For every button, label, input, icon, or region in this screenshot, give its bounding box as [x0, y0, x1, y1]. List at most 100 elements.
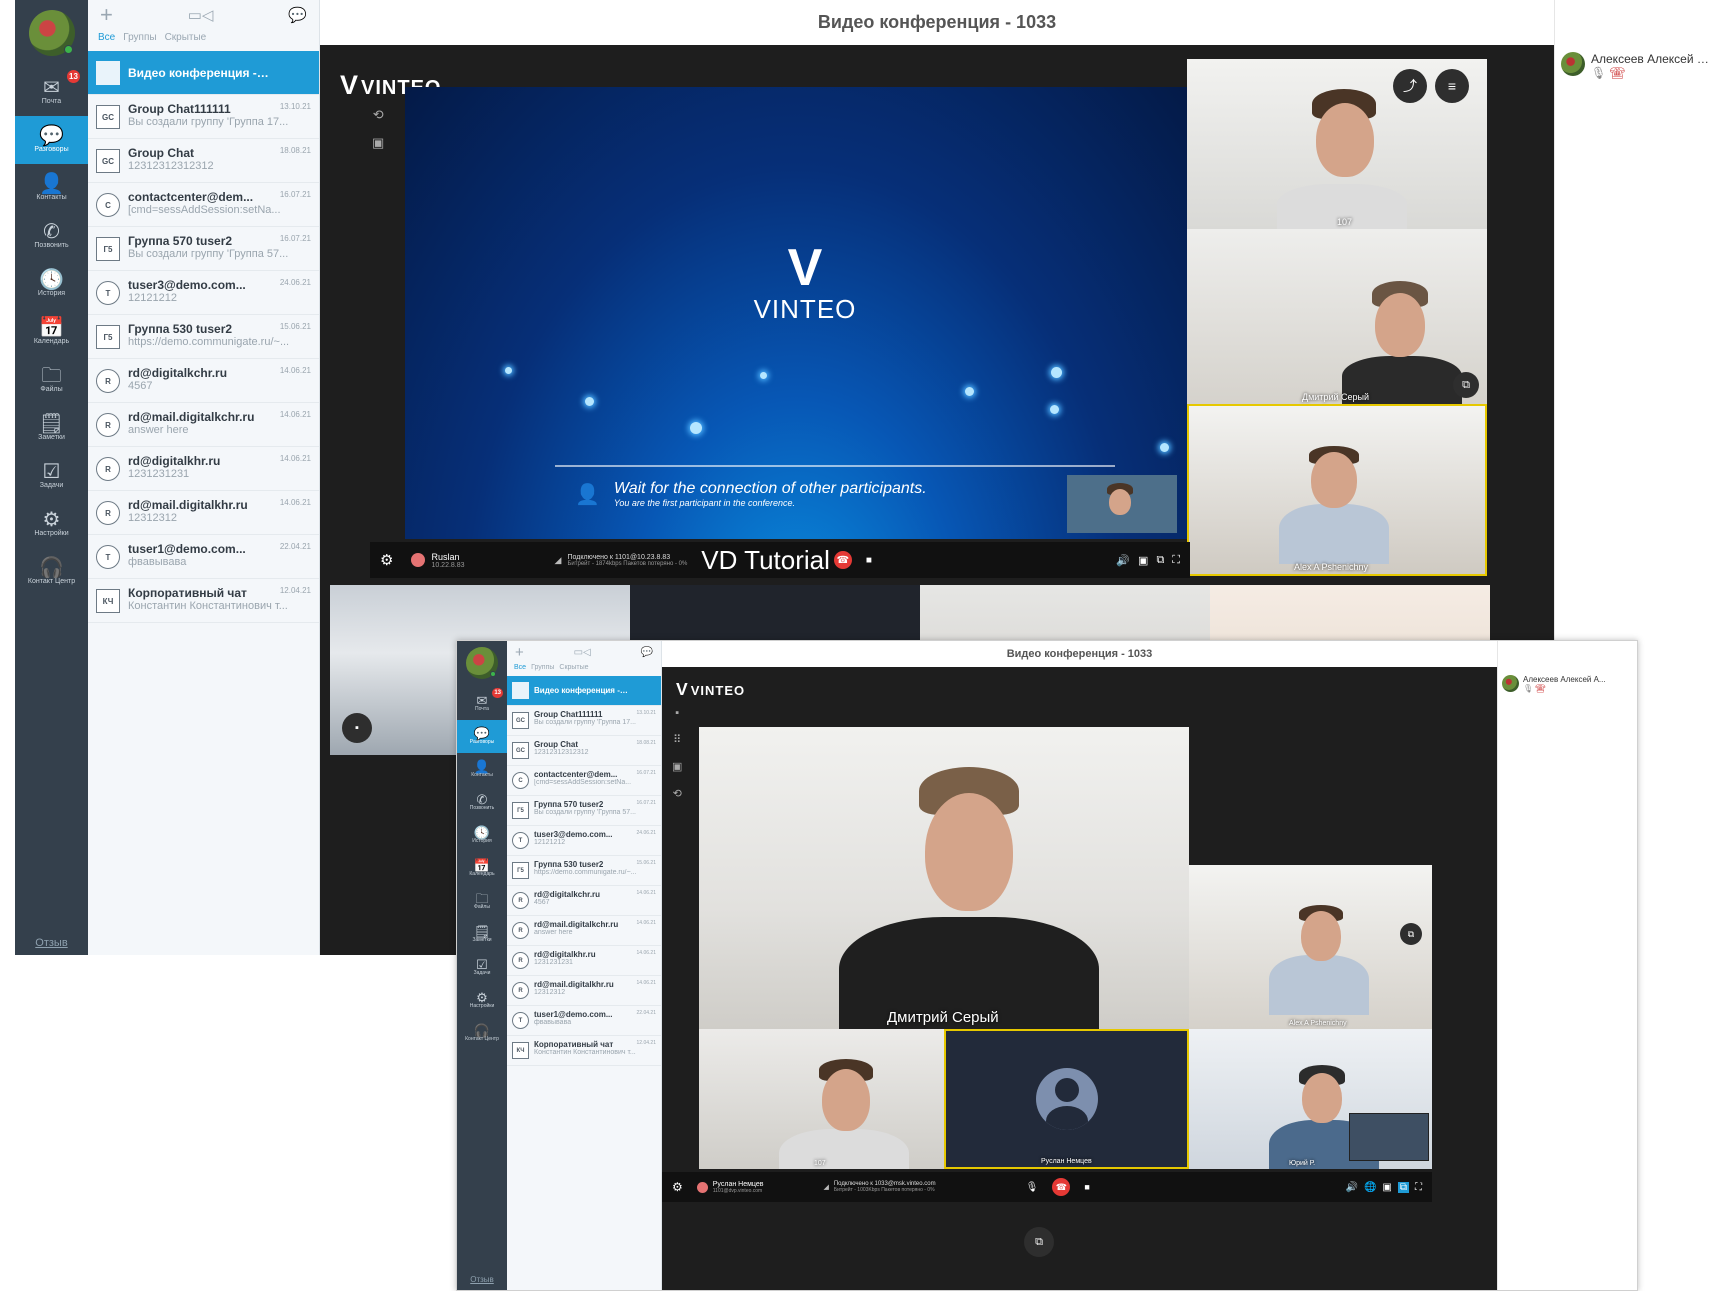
filter-groups[interactable]: Группы	[531, 664, 554, 671]
screen-share-view[interactable]: V VINTEO 👤 Wait for the connection of ot…	[405, 87, 1187, 539]
chat-item[interactable]: Ttuser3@demo.com... 12121212 24.06.21	[507, 826, 661, 856]
chat-item-active[interactable]: Видео конференция - 1033	[88, 51, 319, 95]
nav-item-phone[interactable]: ✆ Позвонить	[15, 212, 88, 260]
nav-item-phone[interactable]: ✆ Позвонить	[457, 786, 507, 819]
chat-item[interactable]: Г5 Группа 570 tuser2 Вы создали группу 'Гр…	[507, 796, 661, 826]
volume-icon[interactable]: 🔊	[1346, 1182, 1358, 1193]
hangup-button[interactable]: ☎	[833, 551, 852, 569]
nav-item-gear[interactable]: ⚙ Настройки	[15, 500, 88, 548]
contacts-tool-icon[interactable]: ▣	[672, 760, 682, 773]
globe-icon[interactable]: 🌐	[1364, 1182, 1376, 1193]
chat-item[interactable]: Rrd@mail.digitalkhr.ru 12312312 14.06.21	[507, 976, 661, 1006]
layout-icon[interactable]: ▣	[1138, 554, 1148, 567]
chat-item[interactable]: GC Group Chat111111 Вы создали группу 'Гру…	[507, 706, 661, 736]
history-tool-icon[interactable]: ⟲	[373, 107, 384, 123]
layout-icon[interactable]: ▣	[1382, 1182, 1391, 1193]
screen-share-button[interactable]: ⧉	[1024, 1227, 1054, 1257]
filter-hidden[interactable]: Скрытые	[559, 664, 588, 671]
nav-item-headset[interactable]: 🎧 Контакт Центр	[457, 1017, 507, 1050]
nav-item-history[interactable]: 🕓 История	[15, 260, 88, 308]
hangup-participant-icon[interactable]: ☎	[1610, 66, 1625, 80]
chat-item[interactable]: GC Group Chat111111 Вы создали группу 'Гру…	[88, 95, 319, 139]
video-tile[interactable]: 107	[699, 1029, 944, 1169]
filter-all[interactable]: Все	[514, 664, 526, 671]
settings-icon[interactable]: ⚙	[672, 1180, 683, 1194]
chat-item[interactable]: КЧ Корпоративный чат Константин Константин…	[507, 1036, 661, 1066]
share-icon[interactable]: ⤴	[1393, 69, 1427, 103]
video-call-icon[interactable]: ▭◁	[574, 647, 591, 658]
video-tile[interactable]: Дмитрий Серый ⧉	[1187, 229, 1487, 404]
chat-item[interactable]: Г5 Группа 530 tuser2 https://demo.communig…	[507, 856, 661, 886]
video-tile-active[interactable]: Alex A Pshenichny	[1187, 404, 1487, 576]
nav-item-notes[interactable]: 🗒 Заметки	[457, 918, 507, 951]
chat-item[interactable]: Rrd@mail.digitalkchr.ru answer here 14.06.…	[88, 403, 319, 447]
nav-item-chat-bubble[interactable]: 💬 Разговоры	[457, 720, 507, 753]
nav-item-contacts[interactable]: 👤 Контакты	[15, 164, 88, 212]
chat-tool-icon[interactable]: ▪	[675, 707, 679, 719]
dialpad-tool-icon[interactable]: ⠿	[673, 733, 681, 746]
nav-item-history[interactable]: 🕓 История	[457, 819, 507, 852]
fullscreen-icon[interactable]: ⛶	[1172, 554, 1180, 567]
chat-item[interactable]: Ccontactcenter@dem... [cmd=sessAddSession…	[88, 183, 319, 227]
self-preview[interactable]	[1349, 1113, 1429, 1161]
participant-row[interactable]: Алексеев Алексей А... 🎙 ☎	[1498, 641, 1637, 693]
chat-item[interactable]: Rrd@mail.digitalkhr.ru 12312312 14.06.21	[88, 491, 319, 535]
camera-toggle-icon[interactable]: ■	[1084, 1182, 1089, 1192]
search-chat-icon[interactable]: 💬	[641, 647, 653, 658]
video-tile-main[interactable]: Дмитрий Серый	[699, 727, 1189, 1029]
participant-row[interactable]: Алексеев Алексей А... 🎙 ☎	[1555, 0, 1719, 80]
chat-item[interactable]: Г5 Группа 530 tuser2 https://demo.communig…	[88, 315, 319, 359]
filter-all[interactable]: Все	[98, 32, 115, 43]
history-tool-icon[interactable]: ⟲	[673, 787, 682, 800]
chat-item[interactable]: Rrd@digitalkchr.ru 4567 14.06.21	[507, 886, 661, 916]
new-chat-plus-icon[interactable]: +	[515, 644, 524, 661]
volume-icon[interactable]: 🔊	[1116, 554, 1130, 567]
video-tile[interactable]: ⤴ ≡ 107	[1187, 59, 1487, 229]
user-avatar[interactable]	[28, 10, 75, 56]
camera-toggle-icon[interactable]: ■	[866, 555, 872, 566]
chat-item[interactable]: GC Group Chat 12312312312312 18.08.21	[88, 139, 319, 183]
hangup-button[interactable]: ☎	[1052, 1178, 1071, 1196]
nav-item-folder[interactable]: 🗀 Файлы	[457, 885, 507, 918]
chat-item[interactable]: Rrd@digitalkchr.ru 4567 14.06.21	[88, 359, 319, 403]
pip-toggle-icon[interactable]: ⧉	[1397, 1181, 1409, 1193]
nav-item-headset[interactable]: 🎧 Контакт Центр	[15, 548, 88, 596]
feedback-link[interactable]: Отзыв	[35, 937, 67, 949]
new-chat-plus-icon[interactable]: +	[100, 2, 113, 28]
nav-item-gear[interactable]: ⚙ Настройки	[457, 984, 507, 1017]
pip-icon[interactable]: ⧉	[1453, 372, 1479, 398]
settings-icon[interactable]: ⚙	[380, 551, 393, 569]
mic-icon[interactable]: 🎙	[1026, 1182, 1039, 1193]
nav-item-tasks[interactable]: ☑ Задачи	[15, 452, 88, 500]
feedback-link[interactable]: Отзыв	[470, 1275, 494, 1284]
chat-item-active[interactable]: Видео конференция - 1033	[507, 676, 661, 706]
pip-toggle-icon[interactable]: ⧉	[1156, 554, 1164, 567]
chat-item[interactable]: GC Group Chat 12312312312312 18.08.21	[507, 736, 661, 766]
chat-bubble-icon[interactable]: ▪	[342, 713, 372, 743]
chat-item[interactable]: Ccontactcenter@dem... [cmd=sessAddSession…	[507, 766, 661, 796]
fullscreen-icon[interactable]: ⛶	[1415, 1182, 1422, 1193]
chat-item[interactable]: Ttuser1@demo.com... фвавывава 22.04.21	[507, 1006, 661, 1036]
video-tile[interactable]: Alex A Pshenichny ⧉	[1189, 865, 1432, 1029]
chat-item[interactable]: Ttuser1@demo.com... фвавывава 22.04.21	[88, 535, 319, 579]
nav-item-contacts[interactable]: 👤 Контакты	[457, 753, 507, 786]
chat-item[interactable]: Rrd@mail.digitalkchr.ru answer here 14.06.…	[507, 916, 661, 946]
video-call-icon[interactable]: ▭◁	[188, 6, 214, 24]
chat-item[interactable]: Г5 Группа 570 tuser2 Вы создали группу 'Гр…	[88, 227, 319, 271]
hangup-participant-icon[interactable]: ☎	[1535, 684, 1545, 693]
nav-item-calendar[interactable]: 📅 Календарь	[15, 308, 88, 356]
contacts-tool-icon[interactable]: ▣	[372, 135, 384, 151]
self-preview[interactable]	[1067, 475, 1177, 533]
user-avatar[interactable]	[466, 647, 498, 679]
chat-item[interactable]: Ttuser3@demo.com... 12121212 24.06.21	[88, 271, 319, 315]
chat-item[interactable]: Rrd@digitalkhr.ru 1231231231 14.06.21	[88, 447, 319, 491]
filter-groups[interactable]: Группы	[123, 32, 156, 43]
filter-hidden[interactable]: Скрытые	[165, 32, 207, 43]
chat-item[interactable]: КЧ Корпоративный чат Константин Константин…	[88, 579, 319, 623]
menu-icon[interactable]: ≡	[1435, 69, 1469, 103]
nav-item-mail[interactable]: ✉ Почта 13	[15, 68, 88, 116]
nav-item-chat-bubble[interactable]: 💬 Разговоры	[15, 116, 88, 164]
search-chat-icon[interactable]: 💬	[288, 6, 307, 24]
nav-item-folder[interactable]: 🗀 Файлы	[15, 356, 88, 404]
video-tile-active[interactable]: Руслан Немцев	[944, 1029, 1189, 1169]
